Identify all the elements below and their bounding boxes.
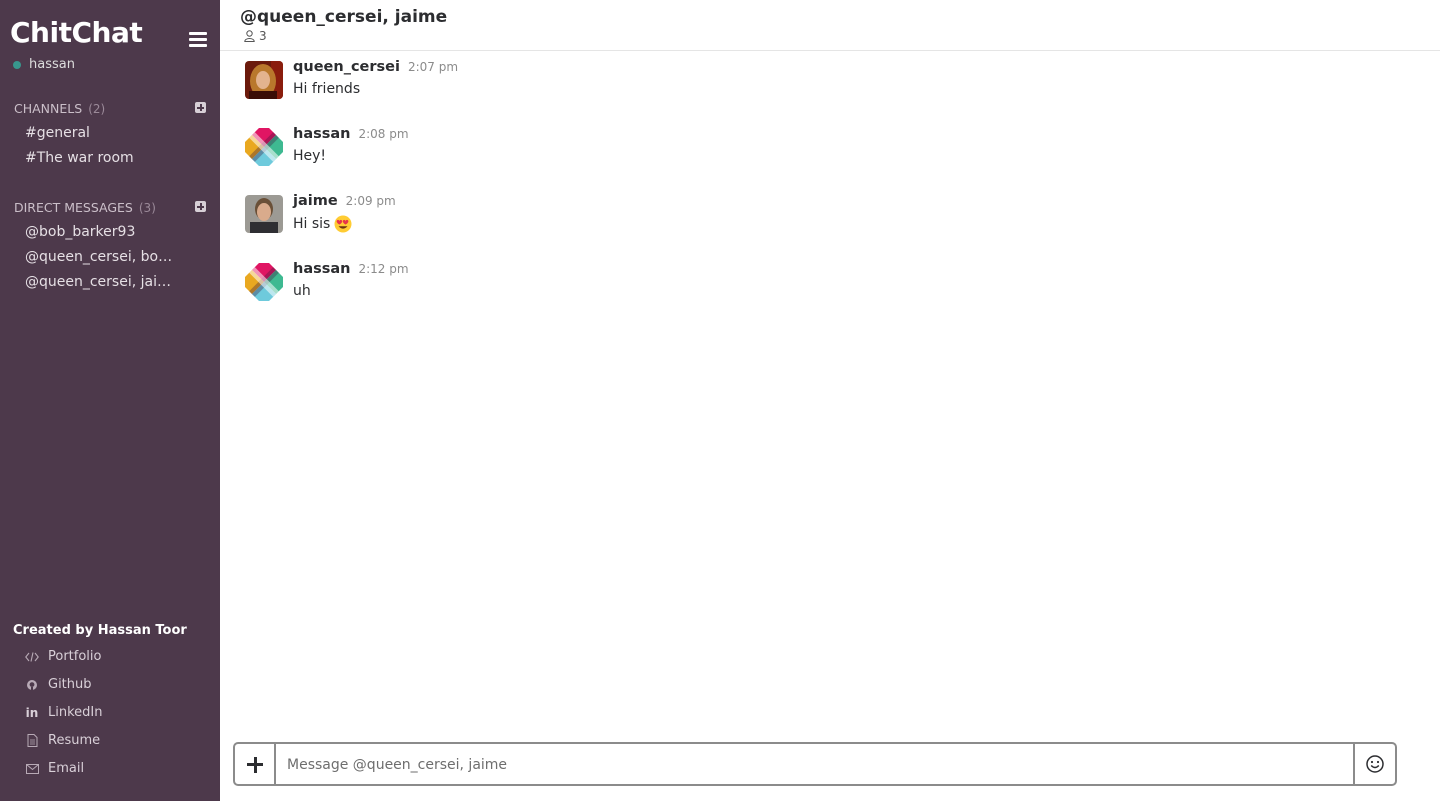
code-icon (24, 651, 40, 662)
resume-label: Resume (48, 733, 101, 748)
message-composer (233, 742, 1397, 786)
linkedin-label: LinkedIn (48, 705, 103, 720)
add-attachment-button[interactable] (235, 744, 276, 784)
message-item: jaime 2:09 pm Hi sis (245, 193, 1395, 237)
dm-item-queen-cersei-bob[interactable]: @queen_cersei, bob_barker93 (25, 249, 177, 265)
message-header: hassan 2:08 pm (293, 126, 409, 142)
message-text: Hi sis (293, 215, 352, 233)
add-channel-icon[interactable] (195, 102, 206, 113)
message-body: Hi sis (293, 216, 331, 232)
app-brand: ChitChat (10, 16, 143, 49)
portrait-photo-cersei (245, 61, 283, 99)
conversation-title: @queen_cersei, jaime (240, 7, 448, 27)
dm-item-queen-cersei-jaime[interactable]: @queen_cersei, jaime (25, 274, 173, 290)
avatar[interactable] (245, 61, 283, 99)
channel-item-general[interactable]: #general (25, 125, 205, 141)
avatar[interactable] (245, 128, 283, 166)
message-author[interactable]: hassan (293, 261, 350, 277)
heart-eyes-emoji (334, 215, 352, 233)
message-text: uh (293, 283, 311, 299)
channels-header[interactable]: CHANNELS (2) (14, 101, 206, 116)
direct-messages-count: (3) (138, 200, 156, 215)
message-text: Hey! (293, 148, 326, 164)
message-text: Hi friends (293, 81, 360, 97)
message-author[interactable]: queen_cersei (293, 59, 400, 75)
linkedin-icon: in (25, 705, 39, 720)
credits-title: Created by Hassan Toor (13, 623, 187, 638)
message-body: uh (293, 283, 311, 299)
online-presence-icon (13, 60, 21, 69)
portfolio-link[interactable]: Portfolio (24, 649, 101, 664)
message-item: hassan 2:08 pm Hey! (245, 126, 1395, 170)
message-body: Hi friends (293, 81, 361, 97)
portfolio-label: Portfolio (48, 649, 102, 664)
message-timestamp: 2:12 pm (358, 262, 409, 276)
add-direct-message-icon[interactable] (195, 201, 206, 212)
member-count[interactable]: 3 (244, 29, 267, 43)
member-count-value: 3 (259, 29, 267, 43)
avatar[interactable] (245, 263, 283, 301)
message-item: queen_cersei 2:07 pm Hi friends (245, 59, 1395, 103)
email-label: Email (48, 761, 85, 776)
user-icon (244, 30, 255, 42)
message-timestamp: 2:09 pm (345, 194, 396, 208)
conversation-header: @queen_cersei, jaime 3 (220, 0, 1440, 51)
sidebar: ChitChat hassan CHANNELS (2) #general #T… (0, 0, 220, 801)
channels-label: CHANNELS (14, 101, 83, 116)
hamburger-menu-icon[interactable] (189, 32, 207, 48)
github-link[interactable]: Github (24, 677, 92, 692)
document-icon (24, 734, 40, 747)
channels-count: (2) (88, 101, 106, 116)
message-header: hassan 2:12 pm (293, 261, 409, 277)
message-author[interactable]: hassan (293, 126, 350, 142)
current-user-status: hassan (13, 57, 75, 72)
github-label: Github (48, 677, 92, 692)
linkedin-link[interactable]: in LinkedIn (24, 705, 103, 720)
message-header: jaime 2:09 pm (293, 193, 396, 209)
slack-logo-avatar (245, 128, 283, 166)
github-icon (24, 679, 40, 691)
message-author[interactable]: jaime (293, 193, 338, 209)
message-input[interactable] (287, 755, 1337, 775)
current-username: hassan (29, 57, 75, 72)
email-link[interactable]: Email (24, 761, 84, 776)
message-item: hassan 2:12 pm uh (245, 261, 1395, 305)
message-timestamp: 2:08 pm (358, 127, 409, 141)
emoji-picker-button[interactable] (1353, 744, 1395, 784)
dm-item-bob-barker93[interactable]: @bob_barker93 (25, 224, 205, 240)
avatar[interactable] (245, 195, 283, 233)
direct-messages-label: DIRECT MESSAGES (14, 200, 133, 215)
direct-messages-header[interactable]: DIRECT MESSAGES (3) (14, 200, 206, 215)
smiley-icon (1366, 755, 1384, 773)
message-timestamp: 2:07 pm (407, 60, 459, 74)
resume-link[interactable]: Resume (24, 733, 100, 748)
envelope-icon (24, 763, 40, 774)
portrait-photo-jaime (245, 195, 283, 233)
channel-item-war-room[interactable]: #The war room (25, 150, 205, 166)
message-body: Hey! (293, 148, 327, 164)
message-header: queen_cersei 2:07 pm (293, 59, 458, 75)
slack-logo-avatar (245, 263, 283, 301)
